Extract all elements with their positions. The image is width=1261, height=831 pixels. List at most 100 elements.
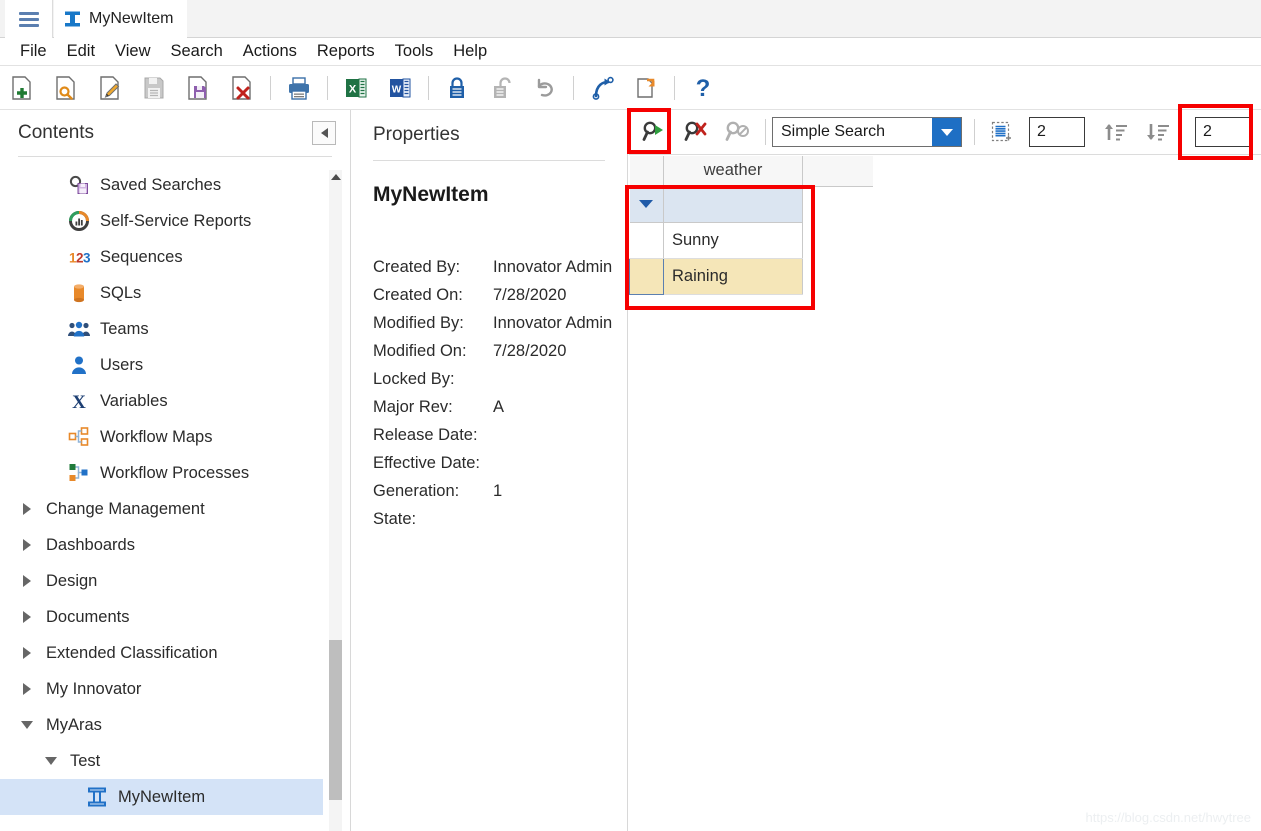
- menu-help[interactable]: Help: [443, 40, 497, 63]
- svg-text:W: W: [392, 84, 402, 95]
- watermark: https://blog.csdn.net/hwytree: [1085, 810, 1251, 825]
- teams-people-icon: [66, 319, 92, 339]
- disable-search-button[interactable]: [721, 116, 755, 148]
- property-row: Major Rev: A: [373, 393, 627, 421]
- grid-cell-weather[interactable]: Raining: [663, 258, 803, 295]
- search-item-button[interactable]: [49, 71, 83, 105]
- sidebar-item-label: MyNewItem: [118, 787, 206, 806]
- table-row[interactable]: Raining: [629, 257, 873, 295]
- print-button[interactable]: [282, 71, 316, 105]
- sidebar-item-dashboards[interactable]: Dashboards: [0, 527, 350, 563]
- tree-twisty-collapsed[interactable]: [16, 575, 38, 587]
- sidebar-item-myaras[interactable]: MyAras: [0, 707, 350, 743]
- chevron-down-icon[interactable]: [932, 118, 961, 146]
- property-value: 7/28/2020: [493, 342, 567, 360]
- sidebar-item-mynewitem[interactable]: MyNewItem: [0, 779, 323, 815]
- copy-button[interactable]: [629, 71, 663, 105]
- menu-view[interactable]: View: [105, 40, 160, 63]
- database-icon: [66, 282, 92, 304]
- page-pencil-icon: [100, 75, 120, 100]
- property-value: Innovator Admin: [493, 314, 613, 332]
- menu-file[interactable]: File: [10, 40, 57, 63]
- grid-row-handle[interactable]: [629, 222, 664, 259]
- sidebar-item-extended-classification[interactable]: Extended Classification: [0, 635, 350, 671]
- menu-tools[interactable]: Tools: [385, 40, 444, 63]
- table-row[interactable]: Sunny: [629, 222, 873, 259]
- sidebar-item-label: Design: [46, 571, 98, 590]
- page-size-input[interactable]: [1029, 117, 1085, 147]
- tree-twisty-expanded[interactable]: [16, 721, 38, 729]
- sidebar-item-workflow-processes[interactable]: Workflow Processes: [0, 455, 350, 491]
- sidebar-item-saved-searches[interactable]: Saved Searches: [0, 167, 350, 203]
- hamburger-menu-button[interactable]: [5, 0, 53, 38]
- sidebar-item-documents[interactable]: Documents: [0, 599, 350, 635]
- document-tab-mynewitem[interactable]: MyNewItem: [54, 0, 188, 38]
- sidebar-item-change-management[interactable]: Change Management: [0, 491, 350, 527]
- floppy-disk-icon: [144, 77, 164, 98]
- property-label: Locked By:: [373, 370, 455, 388]
- tree-twisty-collapsed[interactable]: [16, 503, 38, 515]
- property-row: Generation: 1: [373, 477, 627, 505]
- save-button[interactable]: [137, 71, 171, 105]
- sort-descending-button[interactable]: [1141, 116, 1175, 148]
- sidebar-item-variables[interactable]: X Variables: [0, 383, 350, 419]
- sidebar-item-sqls[interactable]: SQLs: [0, 275, 350, 311]
- sidebar-item-workflow-maps[interactable]: Workflow Maps: [0, 419, 350, 455]
- sidebar-item-label: Test: [70, 751, 101, 770]
- page-count-input[interactable]: [1195, 117, 1251, 147]
- property-row: Release Date:: [373, 421, 627, 449]
- edit-item-button[interactable]: [93, 71, 127, 105]
- sidebar-item-label: Users: [100, 355, 144, 374]
- sidebar-item-sequences[interactable]: 1 2 3 Sequences: [0, 239, 350, 275]
- tree-twisty-collapsed[interactable]: [16, 683, 38, 695]
- sidebar-scrollbar-thumb[interactable]: [329, 640, 342, 800]
- page-size-icon: [991, 121, 1011, 142]
- help-button[interactable]: ?: [686, 71, 720, 105]
- sidebar-item-label: Self-Service Reports: [100, 211, 252, 230]
- new-item-button[interactable]: [5, 71, 39, 105]
- tree-twisty-collapsed[interactable]: [16, 647, 38, 659]
- sidebar-collapse-button[interactable]: [312, 121, 336, 145]
- promote-button[interactable]: [585, 71, 619, 105]
- export-excel-button[interactable]: X: [339, 71, 373, 105]
- save-and-close-button[interactable]: [181, 71, 215, 105]
- properties-fields-table: Created By: Innovator Admin Created On: …: [373, 253, 627, 533]
- scroll-up-arrow-icon[interactable]: [331, 174, 341, 180]
- grid-filter-input-weather[interactable]: [663, 186, 803, 223]
- sidebar-item-teams[interactable]: Teams: [0, 311, 350, 347]
- sidebar-item-label: Saved Searches: [100, 175, 222, 194]
- property-label: Modified On:: [373, 342, 467, 360]
- grid-filter-toggle[interactable]: [629, 186, 664, 223]
- sidebar-item-design[interactable]: Design: [0, 563, 350, 599]
- property-row: Modified By: Innovator Admin: [373, 309, 627, 337]
- tree-twisty-collapsed[interactable]: [16, 611, 38, 623]
- properties-title: Properties: [373, 124, 460, 145]
- clear-search-button[interactable]: [679, 116, 713, 148]
- sidebar-item-test[interactable]: Test: [0, 743, 350, 779]
- property-row: Created By: Innovator Admin: [373, 253, 627, 281]
- menu-edit[interactable]: Edit: [57, 40, 105, 63]
- sidebar-scrollbar[interactable]: [329, 170, 342, 831]
- menu-reports[interactable]: Reports: [307, 40, 385, 63]
- sidebar-item-users[interactable]: Users: [0, 347, 350, 383]
- menu-actions[interactable]: Actions: [233, 40, 307, 63]
- menu-search[interactable]: Search: [161, 40, 233, 63]
- unlock-button[interactable]: [484, 71, 518, 105]
- export-word-button[interactable]: W: [383, 71, 417, 105]
- grid-column-header-weather[interactable]: weather: [663, 156, 803, 187]
- undo-button[interactable]: [528, 71, 562, 105]
- page-size-button[interactable]: [985, 116, 1019, 148]
- grid-row-handle[interactable]: [629, 257, 664, 295]
- lock-button[interactable]: [440, 71, 474, 105]
- magnifier-slash-icon: [725, 121, 749, 141]
- search-mode-select[interactable]: Simple Search: [772, 117, 962, 147]
- grid-cell-weather[interactable]: Sunny: [663, 222, 803, 259]
- tree-twisty-expanded[interactable]: [40, 757, 62, 765]
- sidebar-item-self-service-reports[interactable]: Self-Service Reports: [0, 203, 350, 239]
- run-search-button[interactable]: [637, 116, 671, 148]
- delete-button[interactable]: [225, 71, 259, 105]
- property-row: Modified On: 7/28/2020: [373, 337, 627, 365]
- tree-twisty-collapsed[interactable]: [16, 539, 38, 551]
- sort-ascending-button[interactable]: [1099, 116, 1133, 148]
- sidebar-item-my-innovator[interactable]: My Innovator: [0, 671, 350, 707]
